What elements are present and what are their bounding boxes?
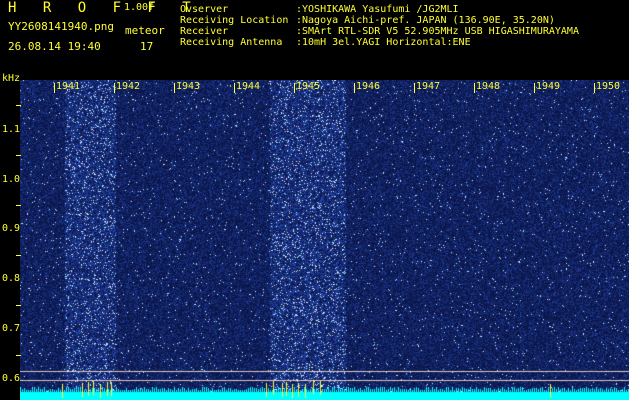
info-value: :SMArt RTL-SDR V5 52.905MHz USB HIGASHIM… bbox=[296, 26, 579, 37]
y-tick-label: 1.0 bbox=[2, 174, 21, 185]
y-minor-tick bbox=[16, 105, 21, 106]
x-tick-label: 1942 bbox=[116, 81, 141, 92]
x-minute-tick bbox=[114, 83, 115, 93]
x-minute-tick bbox=[354, 83, 355, 93]
y-minor-tick bbox=[16, 255, 21, 256]
spectrogram-canvas bbox=[20, 80, 629, 400]
spectrogram-plot bbox=[20, 80, 629, 400]
info-value: :Nagoya Aichi-pref. JAPAN (136.90E, 35.2… bbox=[296, 15, 555, 26]
info-row-receiver: Receiver :SMArt RTL-SDR V5 52.905MHz USB … bbox=[180, 26, 579, 37]
app-version: 1.00f bbox=[124, 2, 155, 13]
y-tick-label: 0.8 bbox=[2, 273, 21, 284]
info-row-location: Receiving Location :Nagoya Aichi-pref. JA… bbox=[180, 15, 579, 26]
x-tick-label: 1946 bbox=[356, 81, 381, 92]
x-axis-labels: 1941 1942 1943 1944 1945 1946 1947 1948 … bbox=[20, 80, 629, 96]
y-minor-tick bbox=[16, 305, 21, 306]
x-tick-label: 1944 bbox=[236, 81, 261, 92]
y-axis-labels: 1.1 1.0 0.9 0.8 0.7 0.6 bbox=[0, 0, 22, 400]
x-minute-tick bbox=[534, 83, 535, 93]
file-name: YY2608141940.png bbox=[8, 20, 114, 33]
x-minute-tick bbox=[474, 83, 475, 93]
info-value: :10mH 3el.YAGI Horizontal:ENE bbox=[296, 37, 471, 48]
x-minute-tick bbox=[174, 83, 175, 93]
x-tick-label: 1950 bbox=[596, 81, 621, 92]
info-key: Ovserver bbox=[180, 4, 229, 15]
y-minor-tick bbox=[16, 155, 21, 156]
station-info: Ovserver :YOSHIKAWA Yasufumi /JG2MLI Rece… bbox=[180, 4, 579, 48]
y-tick-label: 1.1 bbox=[2, 124, 21, 135]
meteor-count: 17 bbox=[140, 40, 154, 53]
spectrogram-window: H R O F F T 1.00f YY2608141940.png meteo… bbox=[0, 0, 629, 400]
info-key: Receiver bbox=[180, 26, 229, 37]
x-tick-label: 1948 bbox=[476, 81, 501, 92]
x-minute-tick bbox=[54, 83, 55, 93]
x-minute-tick bbox=[234, 83, 235, 93]
info-key: Receiving Location bbox=[180, 15, 289, 26]
x-minute-tick bbox=[594, 83, 595, 93]
info-key: Receiving Antenna bbox=[180, 37, 283, 48]
info-row-antenna: Receiving Antenna :10mH 3el.YAGI Horizont… bbox=[180, 37, 579, 48]
app-title: H R O F F T bbox=[8, 0, 200, 16]
y-tick-label: 0.6 bbox=[2, 373, 21, 384]
y-minor-tick bbox=[16, 355, 21, 356]
x-tick-label: 1947 bbox=[416, 81, 441, 92]
x-tick-label: 1941 bbox=[56, 81, 81, 92]
info-value: :YOSHIKAWA Yasufumi /JG2MLI bbox=[296, 4, 459, 15]
x-minute-tick bbox=[414, 83, 415, 93]
info-row-observer: Ovserver :YOSHIKAWA Yasufumi /JG2MLI bbox=[180, 4, 579, 15]
y-tick-label: 0.7 bbox=[2, 323, 21, 334]
x-tick-label: 1949 bbox=[536, 81, 561, 92]
x-tick-label: 1943 bbox=[176, 81, 201, 92]
y-tick-label: 0.9 bbox=[2, 223, 21, 234]
x-tick-label: 1945 bbox=[296, 81, 321, 92]
y-minor-tick bbox=[16, 205, 21, 206]
x-minute-tick bbox=[294, 83, 295, 93]
meteor-label: meteor bbox=[125, 24, 165, 37]
